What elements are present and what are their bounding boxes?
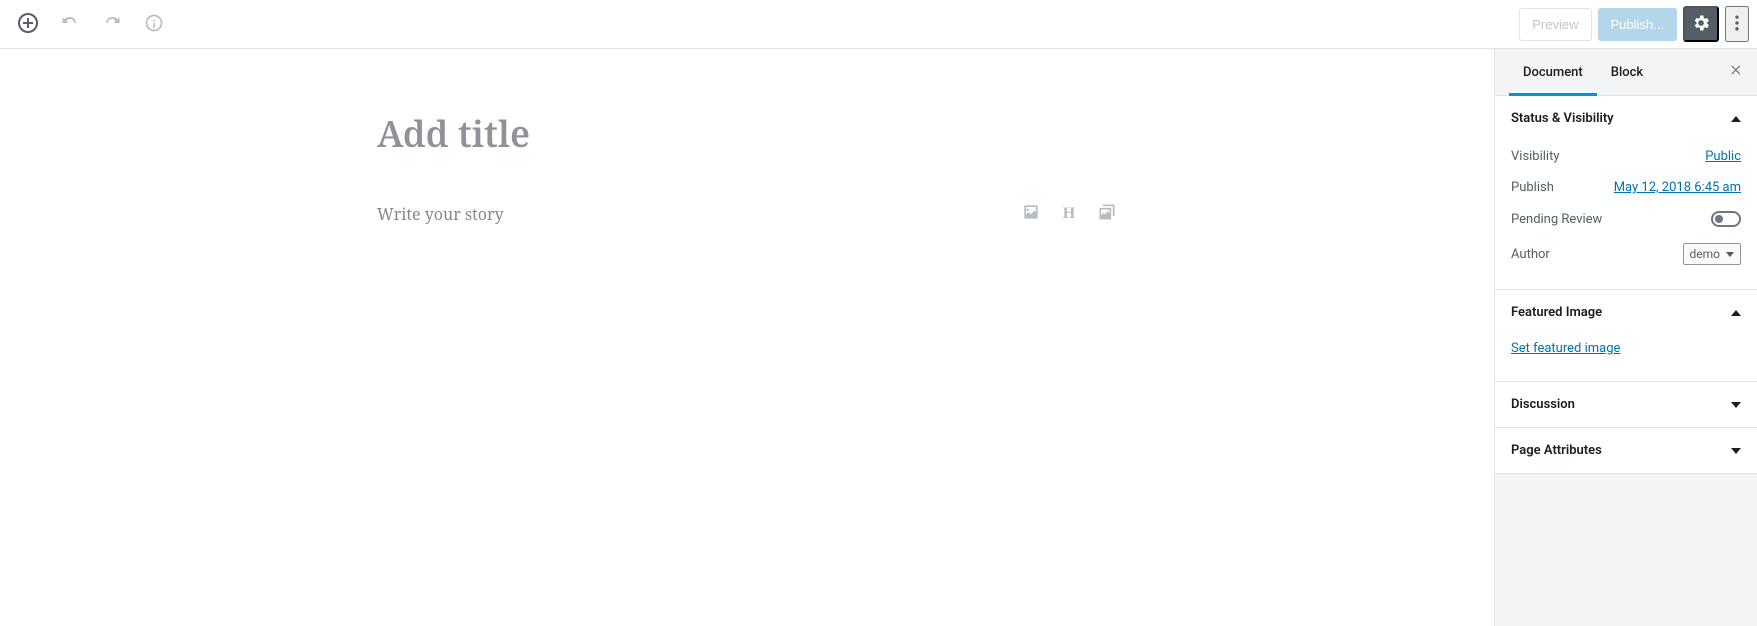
chevron-down-icon — [1731, 448, 1741, 454]
kebab-icon — [1727, 13, 1747, 36]
redo-icon — [102, 13, 122, 36]
content-info-button[interactable] — [136, 6, 172, 42]
author-select[interactable]: demo — [1683, 243, 1742, 265]
toolbar-right-group: Preview Publish... — [1519, 6, 1749, 42]
main-area: H Document Block — [0, 49, 1757, 626]
plus-circle-icon — [16, 11, 40, 38]
heading-icon: H — [1063, 206, 1075, 222]
editor-inner: H — [377, 49, 1117, 225]
paragraph-input[interactable] — [377, 203, 1001, 225]
tab-document-label: Document — [1523, 65, 1583, 80]
row-visibility: Visibility Public — [1511, 141, 1741, 172]
set-featured-image-link[interactable]: Set featured image — [1511, 341, 1620, 356]
panel-featured-title: Featured Image — [1511, 305, 1602, 320]
panel-status-visibility: Status & Visibility Visibility Public Pu… — [1495, 95, 1757, 289]
toolbar-left-group — [10, 6, 172, 42]
insert-image-button[interactable] — [1021, 204, 1041, 224]
publish-button-label: Publish... — [1611, 17, 1664, 32]
publish-date-link[interactable]: May 12, 2018 6:45 am — [1614, 180, 1741, 195]
tab-block-label: Block — [1611, 65, 1643, 80]
undo-icon — [60, 13, 80, 36]
close-sidebar-button[interactable] — [1715, 49, 1757, 95]
chevron-up-icon — [1731, 116, 1741, 122]
author-select-value: demo — [1690, 247, 1721, 261]
chevron-down-icon — [1731, 402, 1741, 408]
tab-block[interactable]: Block — [1597, 49, 1657, 95]
chevron-up-icon — [1731, 310, 1741, 316]
insert-gallery-button[interactable] — [1097, 204, 1117, 224]
visibility-value-link[interactable]: Public — [1705, 149, 1741, 164]
publish-button[interactable]: Publish... — [1598, 8, 1677, 41]
insert-heading-button[interactable]: H — [1059, 204, 1079, 224]
chevron-down-icon — [1726, 252, 1734, 257]
more-menu-button[interactable] — [1725, 6, 1749, 42]
row-author: Author demo — [1511, 235, 1741, 273]
settings-sidebar: Document Block Status & Visibility — [1494, 49, 1757, 626]
app-root: Preview Publish... — [0, 0, 1757, 626]
top-toolbar: Preview Publish... — [0, 0, 1757, 49]
default-block-row: H — [377, 203, 1117, 225]
close-icon — [1729, 63, 1743, 81]
author-label: Author — [1511, 247, 1550, 262]
settings-toggle-button[interactable] — [1683, 6, 1719, 42]
add-block-button[interactable] — [10, 6, 46, 42]
visibility-label: Visibility — [1511, 149, 1560, 164]
panel-status-title: Status & Visibility — [1511, 111, 1614, 126]
panel-attributes-toggle[interactable]: Page Attributes — [1495, 428, 1757, 473]
panel-featured-body: Set featured image — [1495, 335, 1757, 381]
post-title-input[interactable] — [377, 109, 1117, 158]
editor-canvas: H — [0, 49, 1494, 626]
publish-label: Publish — [1511, 180, 1554, 195]
panel-status-toggle[interactable]: Status & Visibility — [1495, 96, 1757, 141]
gallery-icon — [1097, 202, 1117, 226]
redo-button[interactable] — [94, 6, 130, 42]
quick-inserter-icons: H — [1021, 204, 1117, 224]
image-icon — [1021, 202, 1041, 226]
panel-discussion: Discussion — [1495, 381, 1757, 427]
row-pending: Pending Review — [1511, 203, 1741, 235]
sidebar-tabs: Document Block — [1495, 49, 1757, 95]
panel-attributes-title: Page Attributes — [1511, 443, 1602, 458]
sidebar-empty-trailer — [1495, 473, 1757, 626]
pending-review-label: Pending Review — [1511, 212, 1602, 227]
row-publish: Publish May 12, 2018 6:45 am — [1511, 172, 1741, 203]
row-set-featured: Set featured image — [1511, 335, 1741, 365]
preview-button-label: Preview — [1532, 17, 1578, 32]
gear-icon — [1691, 13, 1711, 36]
panel-page-attributes: Page Attributes — [1495, 427, 1757, 473]
panel-featured-toggle[interactable]: Featured Image — [1495, 290, 1757, 335]
pending-review-toggle[interactable] — [1711, 211, 1741, 227]
panel-discussion-title: Discussion — [1511, 397, 1575, 412]
tab-document[interactable]: Document — [1509, 49, 1597, 95]
undo-button[interactable] — [52, 6, 88, 42]
preview-button[interactable]: Preview — [1519, 8, 1591, 41]
panel-status-body: Visibility Public Publish May 12, 2018 6… — [1495, 141, 1757, 289]
panel-featured-image: Featured Image Set featured image — [1495, 289, 1757, 381]
info-icon — [144, 13, 164, 36]
panel-discussion-toggle[interactable]: Discussion — [1495, 382, 1757, 427]
